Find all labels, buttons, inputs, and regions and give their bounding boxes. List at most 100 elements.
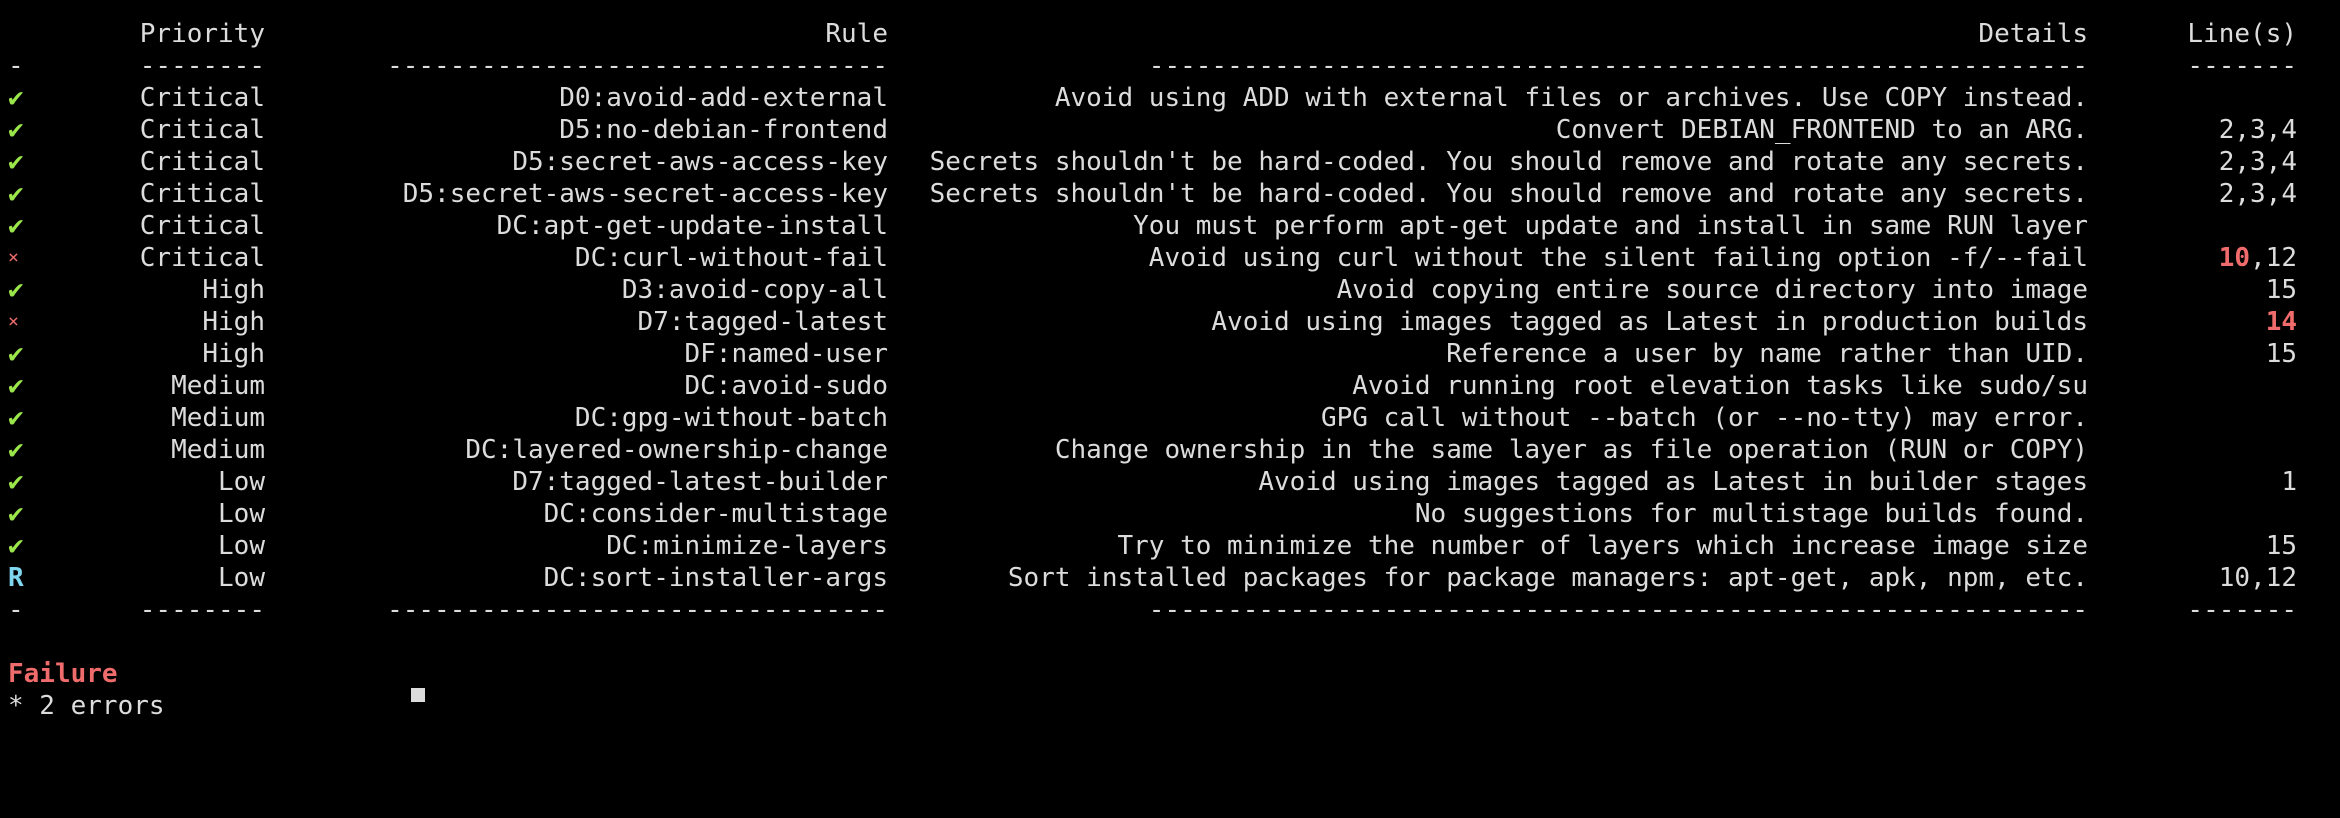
- line-number: 2,3,4: [2218, 147, 2297, 177]
- checkmark-icon: ✔: [8, 147, 24, 177]
- row-lines: 10,12: [2130, 562, 2297, 594]
- table-row: ✔ Critical D5:no-debian-frontend Convert DE…: [0, 114, 2340, 146]
- row-details: Avoid using images tagged as Latest in p…: [1211, 307, 2088, 337]
- row-lines: 10,12: [2130, 242, 2297, 274]
- table-row: ✔ High D3:avoid-copy-all Avoid copying enti…: [0, 274, 2340, 306]
- row-priority: Low: [218, 499, 265, 529]
- row-rule: D5:no-debian-frontend: [559, 115, 888, 145]
- line-number: 15: [2265, 531, 2297, 561]
- table-row: × Critical DC:curl-without-fail Avoid using…: [0, 242, 2340, 274]
- row-rule: DC:gpg-without-batch: [574, 403, 888, 433]
- row-priority: Medium: [171, 371, 265, 401]
- row-priority: Medium: [171, 403, 265, 433]
- separator-status: -: [8, 51, 24, 81]
- summary-errors-line: * 2 errors: [0, 658, 2340, 721]
- row-priority: Critical: [139, 115, 265, 145]
- row-details: Change ownership in the same layer as fi…: [1054, 435, 2088, 465]
- row-rule: D0:avoid-add-external: [559, 83, 888, 113]
- checkmark-icon: ✔: [8, 403, 24, 433]
- row-rule: DF:named-user: [684, 339, 889, 369]
- checkmark-icon: ✔: [8, 371, 24, 401]
- terminal-window[interactable]: Priority Rule Details Line(s) - --------…: [0, 0, 2340, 721]
- checkmark-icon: ✔: [8, 499, 24, 529]
- line-number: 2,3,4: [2218, 115, 2297, 145]
- row-rule: DC:minimize-layers: [606, 531, 888, 561]
- row-details: Secrets shouldn't be hard-coded. You sho…: [929, 147, 2088, 177]
- row-details: No suggestions for multistage builds fou…: [1414, 499, 2088, 529]
- row-rule: DC:layered-ownership-change: [465, 435, 888, 465]
- table-row: × High D7:tagged-latest Avoid using images …: [0, 306, 2340, 338]
- separator-details: ----------------------------------------…: [1148, 595, 2088, 625]
- checkmark-icon: ✔: [8, 179, 24, 209]
- checkmark-icon: ✔: [8, 115, 24, 145]
- table-row: ✔ Critical D0:avoid-add-external Avoid usin…: [0, 82, 2340, 114]
- checkmark-icon: ✔: [8, 435, 24, 465]
- error-line-number: 10: [2218, 243, 2251, 273]
- summary-result-line: Failure: [0, 626, 2340, 689]
- row-details: Avoid using curl without the silent fail…: [1148, 243, 2088, 273]
- row-rule: D5:secret-aws-secret-access-key: [402, 179, 888, 209]
- checkmark-icon: ✔: [8, 211, 24, 241]
- table-row: ✔ Medium DC:layered-ownership-change Change…: [0, 434, 2340, 466]
- line-number: 15: [2265, 275, 2297, 305]
- table-row: ✔ Low DC:consider-multistage No suggestions…: [0, 498, 2340, 530]
- row-details: Avoid copying entire source directory in…: [1336, 275, 2088, 305]
- row-rule: DC:avoid-sudo: [684, 371, 889, 401]
- checkmark-icon: ✔: [8, 467, 24, 497]
- table-row: ✔ Medium DC:avoid-sudo Avoid running root e…: [0, 370, 2340, 402]
- error-count: * 2 errors: [8, 691, 165, 721]
- header-rule: Rule: [825, 19, 888, 49]
- row-details: Secrets shouldn't be hard-coded. You sho…: [929, 179, 2088, 209]
- row-details: Sort installed packages for package mana…: [1007, 563, 2088, 593]
- row-priority: Low: [218, 467, 265, 497]
- row-priority: High: [202, 275, 265, 305]
- separator-lines: -------: [2187, 51, 2297, 81]
- table-row: ✔ Critical DC:apt-get-update-install You mu…: [0, 210, 2340, 242]
- error-line-number: 14: [2265, 307, 2297, 337]
- cross-icon: ×: [8, 311, 19, 332]
- separator-priority: --------: [139, 51, 265, 81]
- line-number: 2,3,4: [2218, 179, 2297, 209]
- header-priority: Priority: [139, 19, 265, 49]
- recommendation-icon: R: [8, 563, 24, 593]
- table-row: ✔ Medium DC:gpg-without-batch GPG call with…: [0, 402, 2340, 434]
- line-number: 1: [2281, 467, 2297, 497]
- row-rule: DC:apt-get-update-install: [496, 211, 888, 241]
- separator-lines: -------: [2187, 595, 2297, 625]
- row-details: Avoid using images tagged as Latest in b…: [1258, 467, 2088, 497]
- table-header: Priority Rule Details Line(s): [0, 18, 2340, 50]
- table-row: ✔ Critical D5:secret-aws-access-key Secrets…: [0, 146, 2340, 178]
- separator-priority: --------: [139, 595, 265, 625]
- row-details: Reference a user by name rather than UID…: [1446, 339, 2088, 369]
- row-priority: Critical: [139, 243, 265, 273]
- row-rule: DC:sort-installer-args: [543, 563, 888, 593]
- header-details: Details: [1978, 19, 2088, 49]
- row-lines: 14: [2130, 306, 2297, 338]
- row-priority: High: [202, 339, 265, 369]
- row-rule: DC:consider-multistage: [543, 499, 888, 529]
- row-priority: Critical: [139, 147, 265, 177]
- table-row: R Low DC:sort-installer-args Sort installed…: [0, 562, 2340, 594]
- separator-rule: --------------------------------: [387, 51, 888, 81]
- row-priority: Low: [218, 563, 265, 593]
- table-row: ✔ Low D7:tagged-latest-builder Avoid using …: [0, 466, 2340, 498]
- row-lines: 2,3,4: [2130, 146, 2297, 178]
- row-details: Avoid running root elevation tasks like …: [1352, 371, 2088, 401]
- row-priority: Medium: [171, 435, 265, 465]
- terminal-cursor: [411, 688, 425, 702]
- row-lines: 2,3,4: [2130, 114, 2297, 146]
- row-details: Convert DEBIAN_FRONTEND to an ARG.: [1555, 115, 2088, 145]
- row-lines: 1: [2130, 466, 2297, 498]
- table-row: ✔ Critical D5:secret-aws-secret-access-key…: [0, 178, 2340, 210]
- checkmark-icon: ✔: [8, 83, 24, 113]
- row-rule: D5:secret-aws-access-key: [512, 147, 888, 177]
- table-separator-bottom: - -------- -----------------------------…: [0, 594, 2340, 626]
- row-priority: Low: [218, 531, 265, 561]
- row-lines: 15: [2130, 530, 2297, 562]
- separator-details: ----------------------------------------…: [1148, 51, 2088, 81]
- line-number: ,12: [2250, 243, 2297, 273]
- row-priority: High: [202, 307, 265, 337]
- checkmark-icon: ✔: [8, 531, 24, 561]
- row-rule: D7:tagged-latest-builder: [512, 467, 888, 497]
- separator-rule: --------------------------------: [387, 595, 888, 625]
